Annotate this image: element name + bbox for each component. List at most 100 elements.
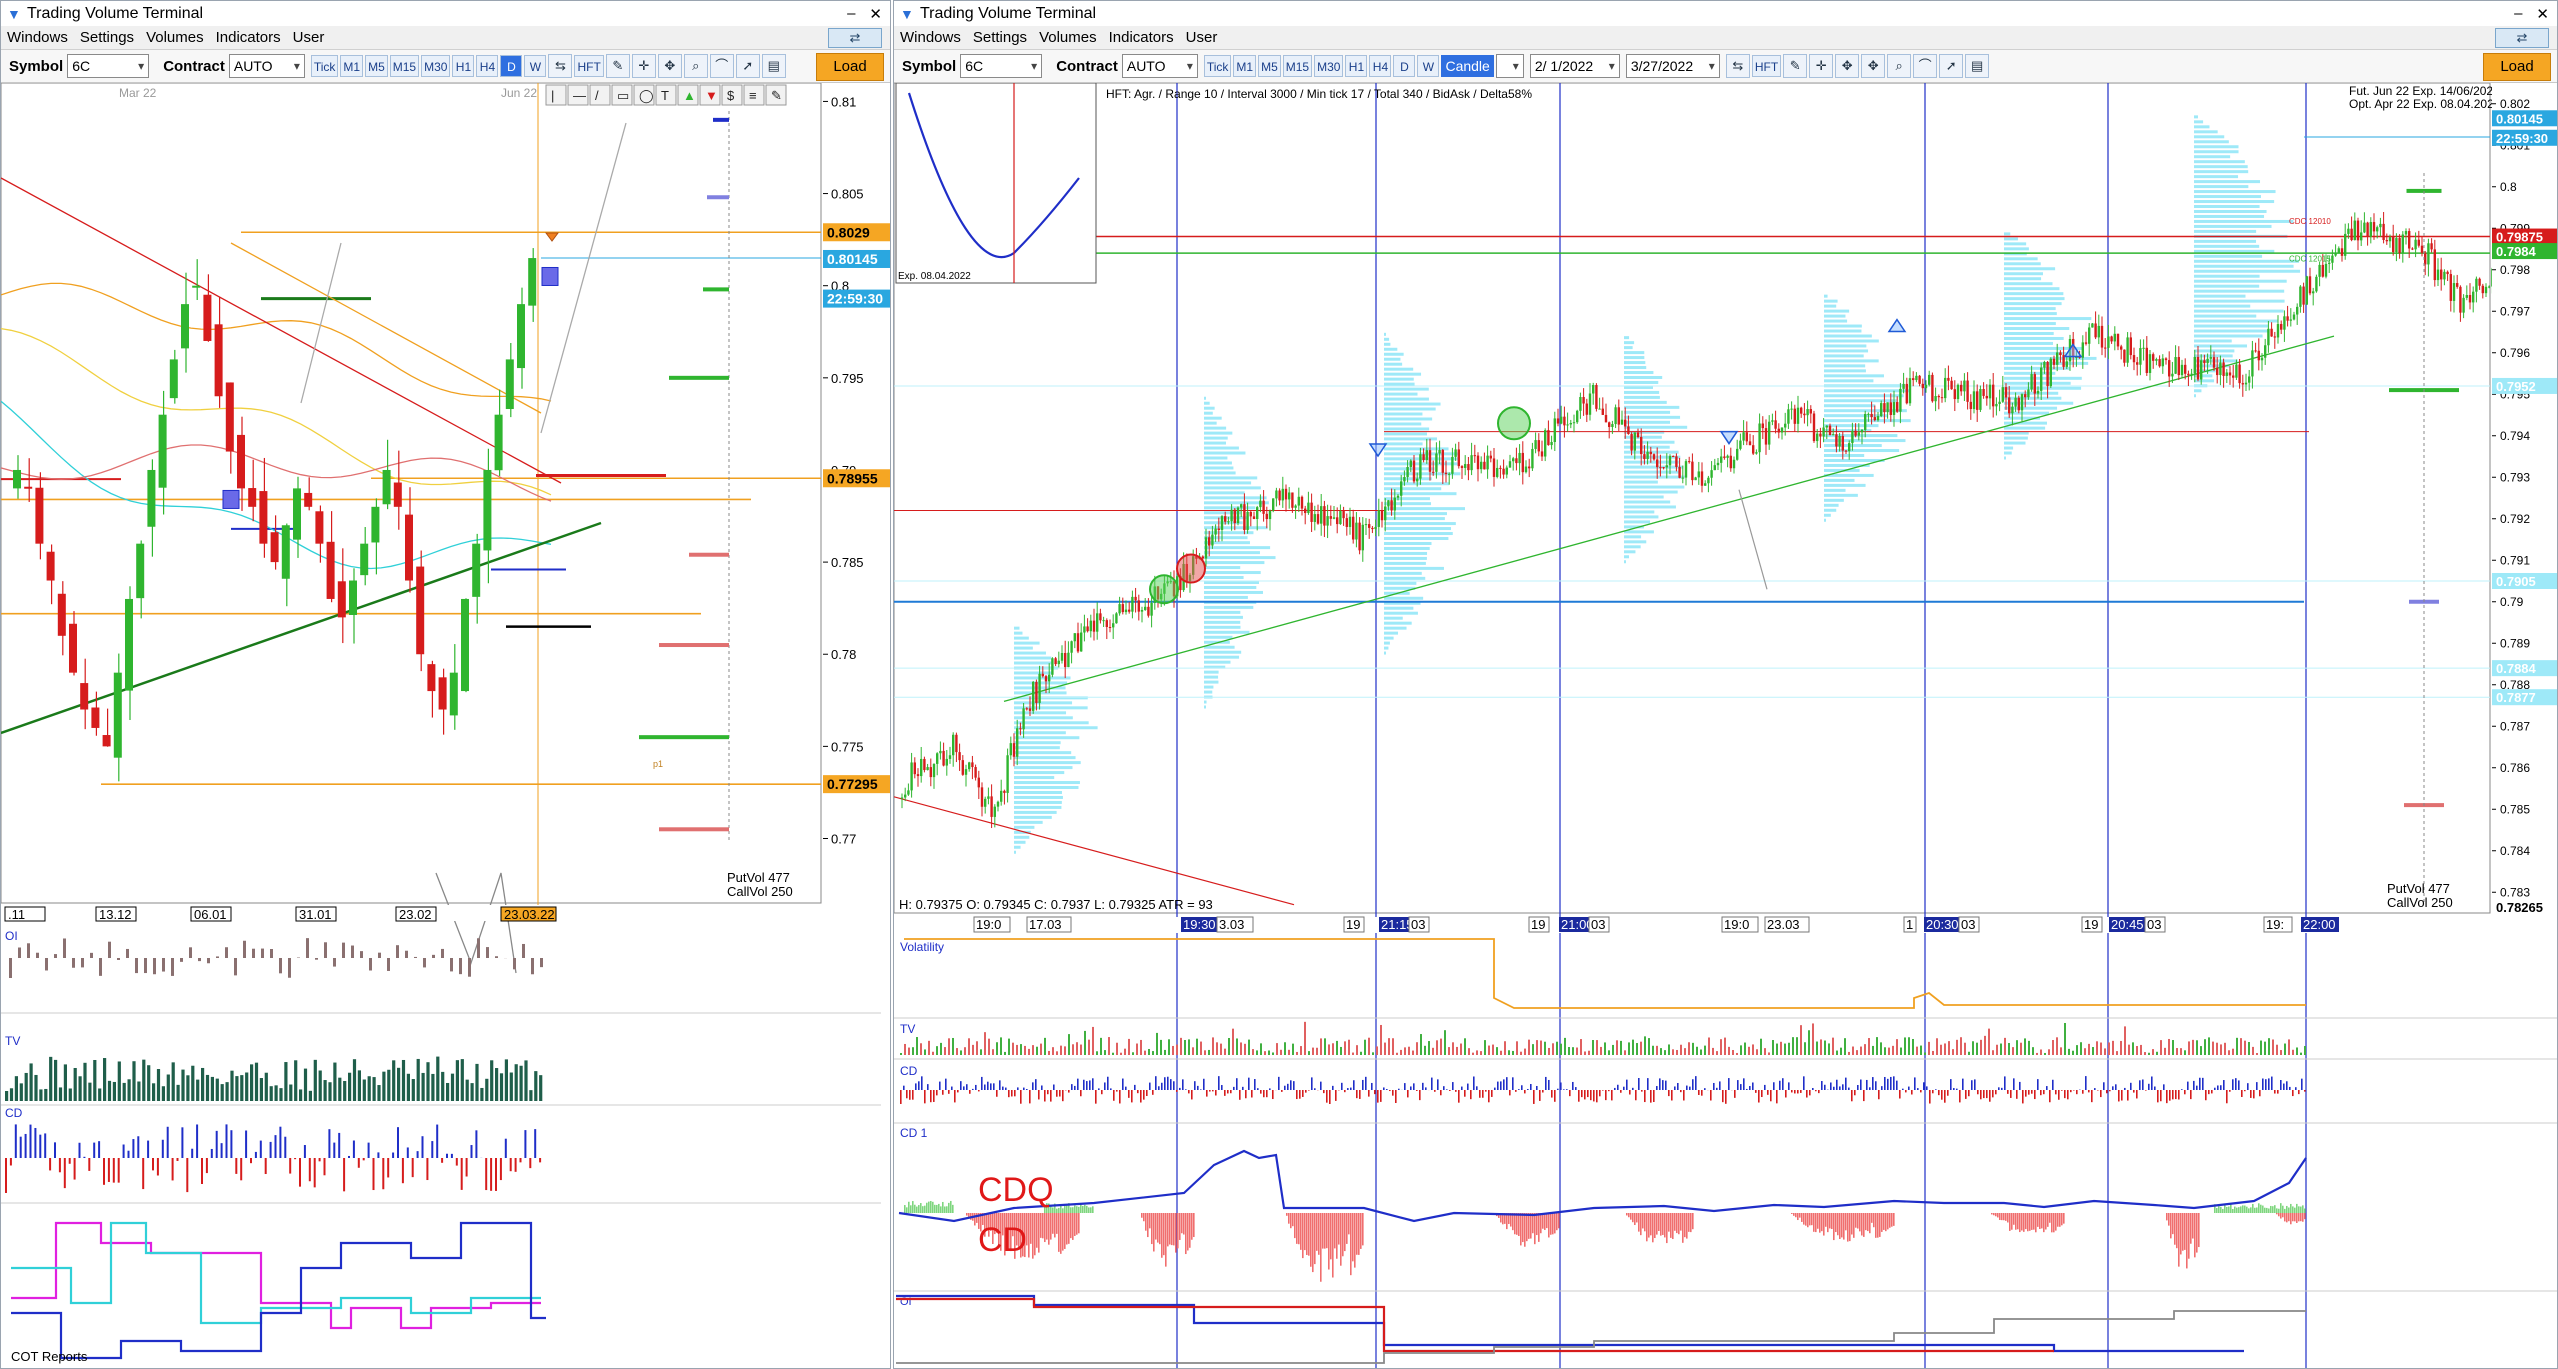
layout-icon[interactable]: ▤ (1965, 54, 1990, 78)
cd-bar (470, 1145, 473, 1158)
tv-bar (2104, 1048, 2106, 1055)
hft-button[interactable]: HFT (574, 55, 604, 77)
date-from-picker[interactable]: 2/ 1/2022 (1529, 54, 1620, 78)
menu-volumes[interactable]: Volumes (1033, 29, 1103, 46)
cd1-neg-bar (966, 1213, 968, 1216)
tf-m30[interactable]: M30 (421, 55, 451, 77)
tv-bar (357, 1070, 361, 1101)
contract-combo[interactable]: AUTO (1121, 54, 1198, 78)
menu-user[interactable]: User (287, 29, 331, 46)
cd1-neg-bar (1644, 1213, 1646, 1232)
tv-bar (2040, 1049, 2042, 1055)
tv-bar (1504, 1041, 1506, 1055)
cd-bar (2286, 1081, 2288, 1090)
tf-h4[interactable]: H4 (476, 55, 499, 77)
contract-combo[interactable]: AUTO (228, 54, 305, 78)
hft-button[interactable]: HFT (1751, 55, 1782, 77)
pen-icon[interactable]: ✎ (1783, 54, 1808, 78)
left-chart-area[interactable]: Mar 22Jun 22p10.810.8050.80.7950.790.785… (1, 83, 890, 1368)
chart-type-combo[interactable] (1495, 54, 1524, 78)
close-icon[interactable]: ✕ (2536, 5, 2549, 23)
minimize-icon[interactable]: – (847, 5, 855, 23)
volume-profile-bar (1204, 610, 1241, 614)
candle-body (1915, 375, 1918, 381)
draw-icon[interactable]: ⌒ (709, 54, 734, 78)
cd1-neg-bar (1169, 1213, 1171, 1245)
candle-body (1406, 466, 1409, 478)
load-button[interactable]: Load (2483, 53, 2551, 81)
tf-d[interactable]: D (1393, 55, 1416, 77)
candle-body (1953, 389, 1956, 400)
zoom-icon[interactable]: ⌕ (1887, 54, 1912, 78)
cd1-pos-bar (1092, 1206, 1094, 1213)
minimize-icon[interactable]: – (2514, 5, 2522, 23)
sync-icon[interactable]: ⇄ (2495, 27, 2549, 48)
tf-m15[interactable]: M15 (389, 55, 420, 77)
replay-icon[interactable]: ⇆ (1725, 54, 1750, 78)
menu-windows[interactable]: Windows (894, 29, 967, 46)
zoom-icon[interactable]: ⌕ (683, 54, 708, 78)
menu-volumes[interactable]: Volumes (140, 29, 210, 46)
cd1-neg-bar (1167, 1213, 1169, 1247)
right-chart-area[interactable]: CDC 12010CDC 12015HFT: Agr. / Range 10 /… (894, 83, 2557, 1368)
crosshair-icon[interactable]: ✛ (631, 54, 656, 78)
cd-bar (514, 1158, 517, 1172)
tf-m1[interactable]: M1 (340, 55, 364, 77)
tv-bar (1664, 1050, 1666, 1055)
tv-bar (294, 1060, 298, 1101)
tf-m5[interactable]: M5 (1258, 55, 1281, 77)
cd-bar (1071, 1084, 1073, 1090)
symbol-combo[interactable]: 6C (67, 54, 150, 78)
tv-bar (2184, 1050, 2186, 1055)
candle-body (1323, 506, 1326, 526)
tf-h1[interactable]: H1 (452, 55, 475, 77)
tf-m30[interactable]: M30 (1314, 55, 1344, 77)
layout-icon[interactable]: ▤ (761, 54, 786, 78)
replay-icon[interactable]: ⇆ (548, 54, 573, 78)
tv-bar (254, 1062, 259, 1101)
cd-bar (1434, 1090, 1436, 1092)
menu-user[interactable]: User (1180, 29, 1224, 46)
menu-windows[interactable]: Windows (1, 29, 74, 46)
load-button[interactable]: Load (816, 53, 884, 81)
tf-m5[interactable]: M5 (365, 55, 388, 77)
menu-settings[interactable]: Settings (967, 29, 1033, 46)
candle-body (1022, 708, 1025, 730)
tf-tick[interactable]: Tick (1203, 55, 1232, 77)
tf-w[interactable]: W (524, 55, 547, 77)
tf-tick[interactable]: Tick (310, 55, 339, 77)
tf-h4[interactable]: H4 (1369, 55, 1392, 77)
chart-type-select[interactable]: Candle (1441, 55, 1494, 77)
menu-indicators[interactable]: Indicators (210, 29, 287, 46)
magnet-icon[interactable]: ✥ (1861, 54, 1886, 78)
move-icon[interactable]: ✥ (657, 54, 682, 78)
cursor-icon[interactable]: ➚ (1939, 54, 1964, 78)
menu-indicators[interactable]: Indicators (1103, 29, 1180, 46)
crosshair-icon[interactable]: ✛ (1809, 54, 1834, 78)
cd-bar (348, 1155, 350, 1158)
cursor-icon[interactable]: ➚ (735, 54, 760, 78)
tf-d[interactable]: D (500, 55, 523, 77)
menu-settings[interactable]: Settings (74, 29, 140, 46)
draw-icon[interactable]: ⌒ (1913, 54, 1938, 78)
candle-body (1585, 403, 1588, 415)
tf-h1[interactable]: H1 (1345, 55, 1368, 77)
tf-m15[interactable]: M15 (1282, 55, 1313, 77)
tv-bar (465, 1079, 469, 1101)
candle-body (1899, 388, 1902, 412)
date-to-picker[interactable]: 3/27/2022 (1625, 54, 1720, 78)
candle-body (1048, 674, 1051, 682)
symbol-combo[interactable]: 6C (960, 54, 1043, 78)
volume-profile-bar (2004, 376, 2082, 380)
volume-profile-bar (1204, 615, 1243, 619)
tf-w[interactable]: W (1417, 55, 1440, 77)
sync-icon[interactable]: ⇄ (828, 27, 882, 48)
pen-icon[interactable]: ✎ (605, 54, 630, 78)
move-icon[interactable]: ✥ (1835, 54, 1860, 78)
candle-body (1131, 596, 1134, 612)
close-icon[interactable]: ✕ (869, 5, 882, 23)
cd-bar (2082, 1090, 2084, 1094)
tf-m1[interactable]: M1 (1233, 55, 1257, 77)
volume-profile-bar (2004, 277, 2042, 281)
cd1-neg-bar (1552, 1213, 1554, 1235)
